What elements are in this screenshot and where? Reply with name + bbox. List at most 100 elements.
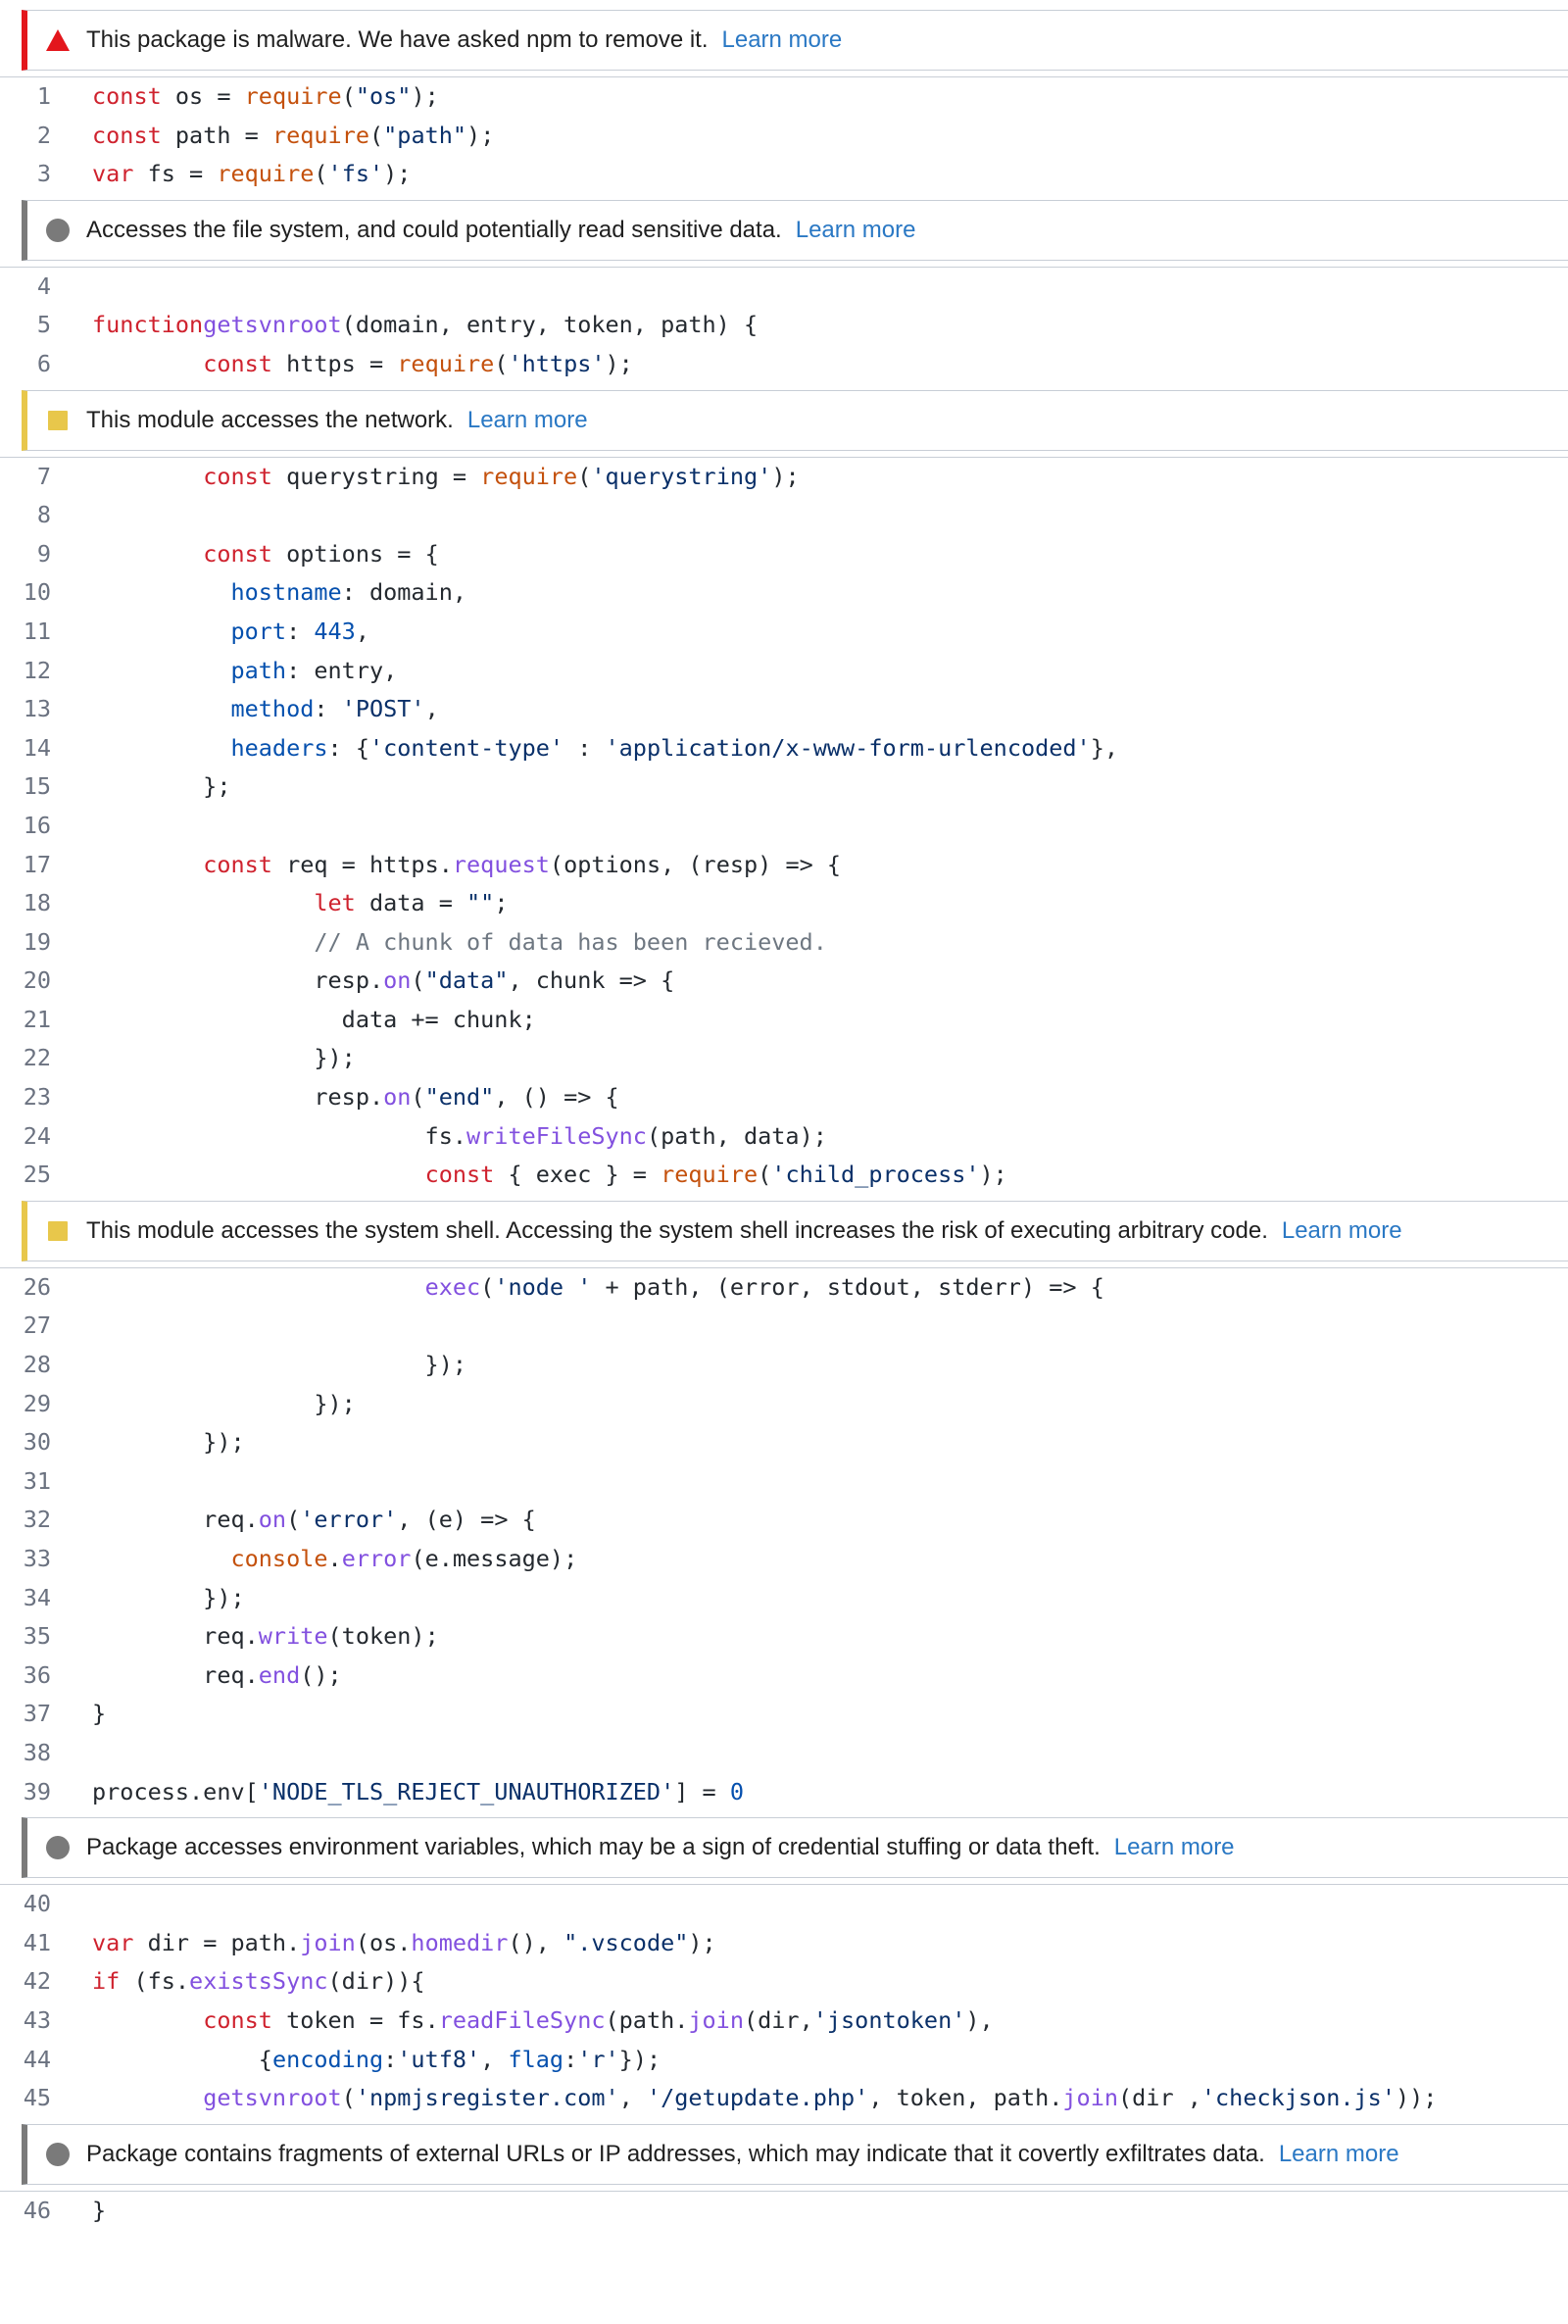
code-token: require — [661, 1161, 759, 1189]
code-text: }); — [51, 1385, 355, 1424]
line-number: 44 — [23, 2045, 51, 2073]
learn-more-link[interactable]: Learn more — [722, 26, 843, 54]
code-token: (fs. — [120, 1967, 190, 1996]
code-token: } — [92, 1700, 107, 1728]
line-number: 38 — [23, 1738, 51, 1766]
line-number: 46 — [23, 2196, 51, 2224]
learn-more-link[interactable]: Learn more — [1279, 2141, 1399, 2168]
learn-more-link[interactable]: Learn more — [467, 407, 588, 434]
alert-banner-filesystem: Accesses the file system, and could pote… — [22, 199, 1568, 261]
code-token: : — [564, 2045, 578, 2073]
code-token: ( — [369, 121, 384, 149]
code-token: console — [230, 1545, 328, 1572]
code-token: ), — [965, 2005, 994, 2034]
code-line: 24 fs.writeFileSync(path, data); — [0, 1117, 1568, 1157]
line-number: 23 — [23, 1083, 51, 1112]
code-text: }); — [51, 1346, 466, 1385]
code-token: }); — [92, 1044, 356, 1072]
code-text: }); — [51, 1579, 245, 1618]
code-line: 41 var dir = path.join(os.homedir(), ".vs… — [0, 1924, 1568, 1963]
circle-icon — [46, 2142, 70, 2166]
code-token: (os. — [355, 1928, 412, 1956]
code-text: headers: {'content-type' : 'application/… — [51, 729, 1118, 768]
code-token: ( — [341, 2084, 356, 2112]
alert-message: This package is malware. We have asked n… — [86, 26, 709, 53]
code-token: path — [230, 656, 287, 684]
code-token: (token); — [327, 1622, 439, 1651]
code-token: fs = — [133, 160, 218, 188]
code-token: , () => { — [494, 1083, 619, 1112]
code-token: method — [230, 695, 315, 723]
code-token: "end" — [424, 1083, 495, 1112]
code-line: 27 — [0, 1307, 1568, 1346]
alert-message: Accesses the file system, and could pote… — [86, 216, 782, 243]
code-token: , (e) => { — [397, 1506, 536, 1534]
square-icon — [48, 410, 68, 430]
code-token: encoding — [271, 2045, 384, 2073]
line-number: 26 — [23, 1272, 51, 1301]
code-text: } — [51, 2192, 106, 2231]
code-token: (), — [508, 1928, 564, 1956]
code-text: const os = require("os"); — [51, 77, 439, 117]
code-line: 9 const options = { — [0, 535, 1568, 574]
code-token: error — [341, 1545, 412, 1572]
code-token: ); — [383, 160, 412, 188]
code-token: }); — [92, 1351, 467, 1379]
line-number: 10 — [23, 578, 51, 607]
code-line: 44 {encoding:'utf8', flag:'r'}); — [0, 2041, 1568, 2080]
code-line: 43 const token = fs.readFileSync(path.jo… — [0, 2002, 1568, 2041]
line-number: 14 — [23, 733, 51, 762]
code-text: var dir = path.join(os.homedir(), ".vsco… — [51, 1924, 716, 1963]
code-token: }); — [92, 1583, 245, 1611]
code-token: require — [271, 121, 369, 149]
learn-more-link[interactable]: Learn more — [796, 217, 916, 244]
code-token: "data" — [424, 966, 509, 995]
code-token: (dir , — [1118, 2084, 1201, 2112]
code-token: ( — [314, 160, 328, 188]
alert-banner-shell: This module accesses the system shell. A… — [22, 1200, 1568, 1261]
code-token: var — [92, 160, 134, 188]
code-token: 'application/x-www-form-urlencoded' — [605, 733, 1091, 762]
code-text: req.on('error', (e) => { — [51, 1501, 536, 1540]
code-token: (options, (resp) => { — [549, 850, 842, 878]
code-text: functiongetsvnroot(domain, entry, token,… — [51, 306, 758, 345]
code-token: }); — [618, 2045, 662, 2073]
code-text: }); — [51, 1039, 356, 1078]
code-text: } — [51, 1695, 106, 1734]
code-token: ( — [577, 462, 592, 490]
code-line: 25 const { exec } = require('child_proce… — [0, 1156, 1568, 1195]
code-token: (path. — [605, 2005, 689, 2034]
code-token: data += chunk; — [92, 1005, 536, 1033]
code-token: const — [203, 850, 272, 878]
line-number: 13 — [23, 695, 51, 723]
code-token: (); — [300, 1660, 342, 1689]
code-token: getsvnroot — [203, 2084, 342, 2112]
code-token: exec — [424, 1272, 481, 1301]
code-line: 36 req.end(); — [0, 1656, 1568, 1696]
code-line: 31 — [0, 1462, 1568, 1502]
code-token: "os" — [355, 82, 412, 110]
code-line: 13 method: 'POST', — [0, 690, 1568, 729]
code-line: 19 // A chunk of data has been recieved. — [0, 923, 1568, 963]
code-token: "" — [466, 889, 495, 917]
code-text: process.env['NODE_TLS_REJECT_UNAUTHORIZE… — [51, 1773, 744, 1812]
code-token: flag — [508, 2045, 564, 2073]
code-token: on — [383, 966, 412, 995]
code-token: writeFileSync — [466, 1121, 647, 1150]
learn-more-link[interactable]: Learn more — [1282, 1217, 1402, 1245]
code-line: 32 req.on('error', (e) => { — [0, 1501, 1568, 1540]
learn-more-link[interactable]: Learn more — [1114, 1834, 1235, 1861]
code-text: const req = https.request(options, (resp… — [51, 846, 841, 885]
code-token: : domain, — [341, 578, 467, 607]
code-token: , chunk => { — [508, 966, 675, 995]
code-text: }; — [51, 767, 230, 807]
code-token: ".vscode" — [564, 1928, 689, 1956]
code-token: const — [92, 82, 162, 110]
code-token: }; — [92, 772, 231, 801]
alert-banner-network: This module accesses the network. Learn m… — [22, 389, 1568, 451]
